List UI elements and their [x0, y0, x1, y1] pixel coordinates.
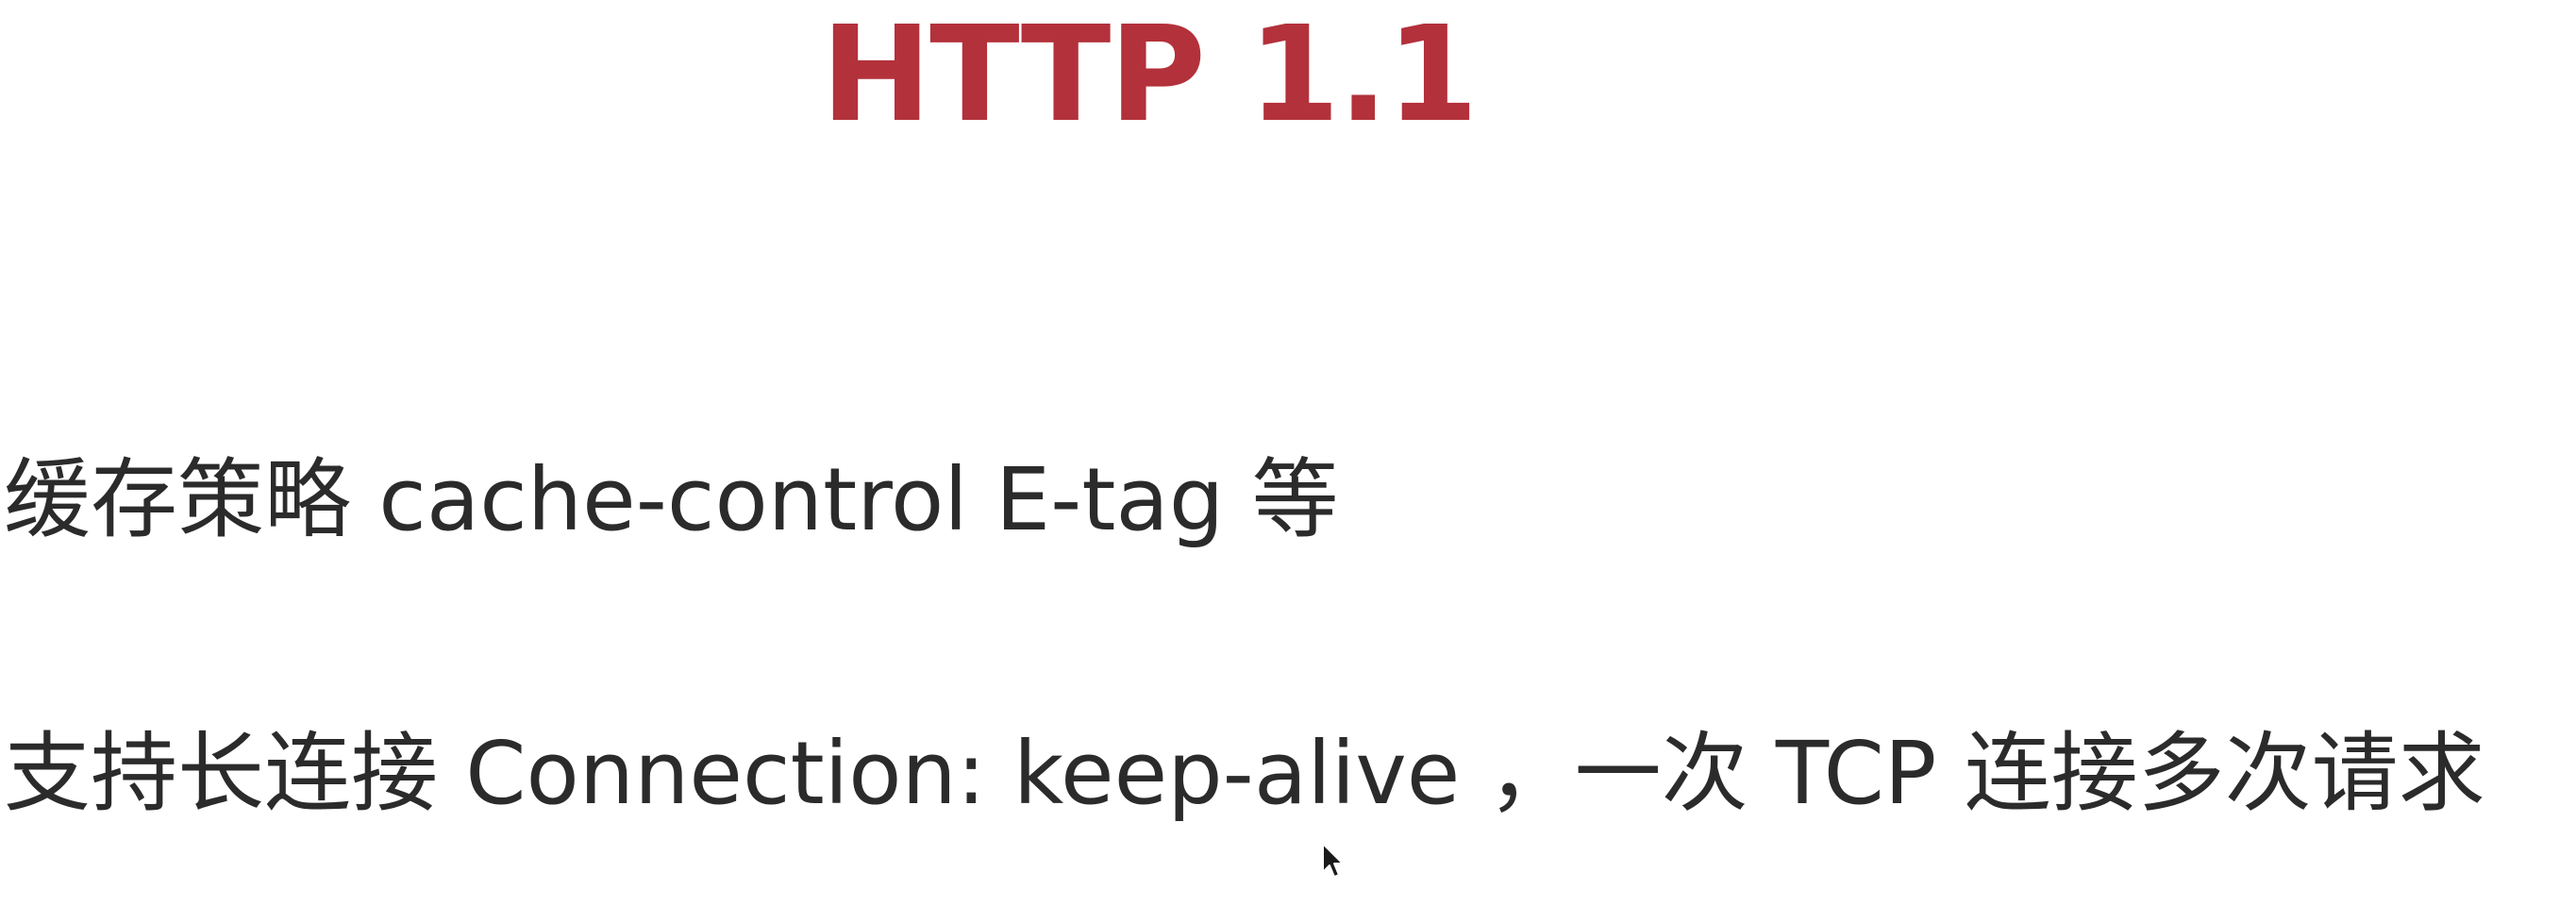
- mouse-pointer-icon: [1322, 843, 1344, 878]
- slide: HTTP 1.1 缓存策略 cache-control E-tag 等 支持长连…: [0, 0, 2576, 923]
- slide-title: HTTP 1.1: [821, 0, 1479, 152]
- bullet-keep-alive: 支持长连接 Connection: keep-alive ，一次 TCP 连接多…: [4, 723, 2485, 824]
- bullet-cache-strategy: 缓存策略 cache-control E-tag 等: [4, 449, 1339, 550]
